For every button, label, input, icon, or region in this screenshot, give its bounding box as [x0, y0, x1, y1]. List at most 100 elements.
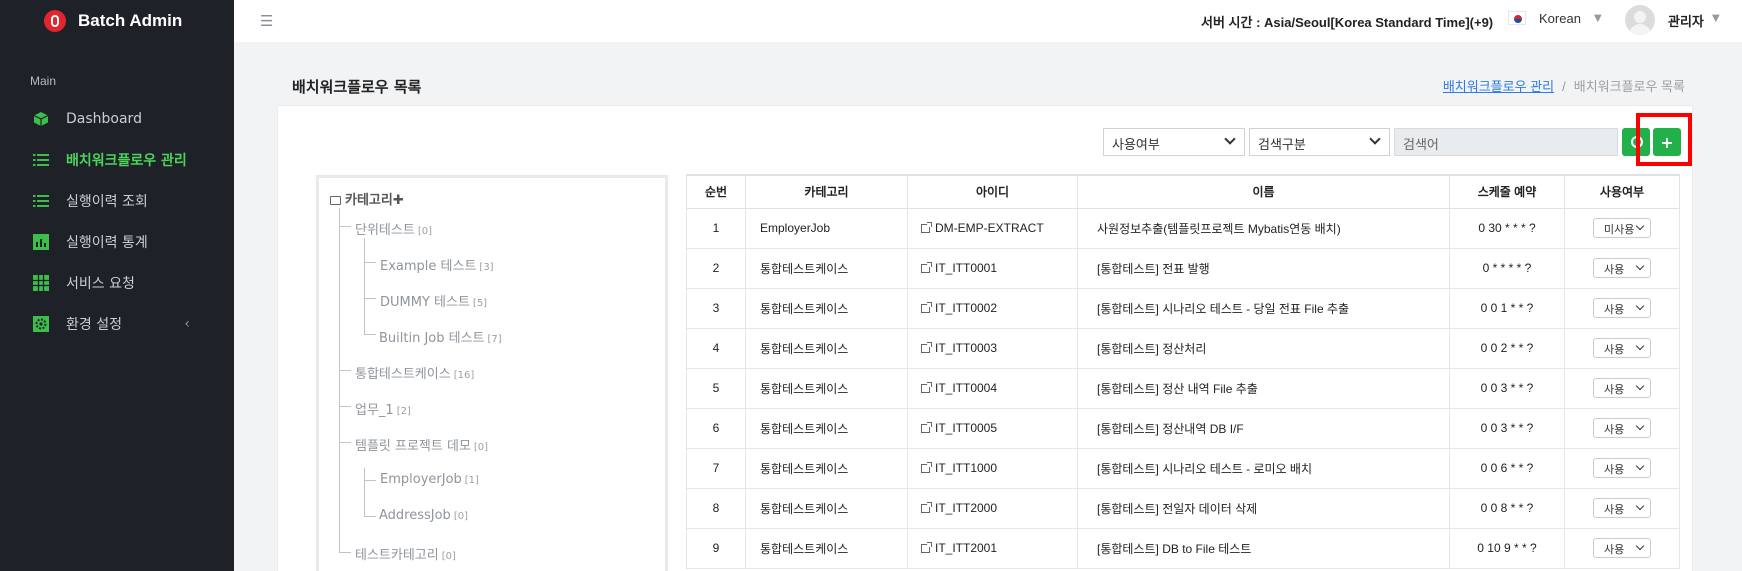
- tree-node[interactable]: 템플릿 프로젝트 데모 [0]: [355, 435, 488, 454]
- external-link-icon[interactable]: [921, 262, 932, 273]
- cell-schedule: 0 0 2 * * ?: [1449, 327, 1565, 369]
- sidebar-item-statistics[interactable]: 실행이력 통계: [0, 221, 234, 262]
- table-row[interactable]: 3 통합테스트케이스 IT_ITT0002 [통합테스트] 시나리오 테스트 -…: [686, 287, 1680, 329]
- sidebar-item-label: 환경 설정: [66, 316, 122, 333]
- sidebar-item-settings[interactable]: 환경 설정 ‹: [0, 303, 234, 344]
- workflow-id-link[interactable]: IT_ITT1000: [935, 461, 997, 475]
- tree-node-count: [0]: [417, 226, 432, 237]
- column-header-id[interactable]: 아이디: [907, 174, 1078, 209]
- table-row[interactable]: 4 통합테스트케이스 IT_ITT0003 [통합테스트] 정산처리 0 0 2…: [686, 327, 1680, 369]
- add-category-icon[interactable]: ✚: [393, 193, 404, 208]
- workflow-id-link[interactable]: IT_ITT0004: [935, 381, 997, 395]
- workflow-id-link[interactable]: IT_ITT0001: [935, 261, 997, 275]
- table-row[interactable]: 7 통합테스트케이스 IT_ITT1000 [통합테스트] 시나리오 테스트 -…: [686, 447, 1680, 489]
- cube-icon: [32, 110, 50, 128]
- cell-no: 1: [686, 207, 746, 249]
- external-link-icon[interactable]: [921, 222, 932, 233]
- sidebar-item-dashboard[interactable]: Dashboard: [0, 98, 234, 139]
- external-link-icon[interactable]: [921, 302, 932, 313]
- tree-node[interactable]: Example 테스트 [3]: [380, 255, 494, 274]
- use-status-select[interactable]: 미사용: [1593, 218, 1651, 238]
- column-header-use[interactable]: 사용여부: [1564, 174, 1680, 209]
- use-status-select[interactable]: 사용: [1593, 258, 1651, 278]
- tree-node[interactable]: 단위테스트 [0]: [355, 219, 432, 238]
- tree-node-label: Example 테스트: [380, 259, 477, 274]
- external-link-icon[interactable]: [921, 542, 932, 553]
- use-status-select[interactable]: 사용: [1593, 298, 1651, 318]
- use-status-select[interactable]: 사용: [1593, 458, 1651, 478]
- cell-use: 사용: [1564, 407, 1680, 449]
- use-status-select[interactable]: 사용: [1593, 418, 1651, 438]
- tree-node[interactable]: 통합테스트케이스 [16]: [355, 363, 474, 382]
- external-link-icon[interactable]: [921, 342, 932, 353]
- tree-node[interactable]: EmployerJob [1]: [380, 472, 479, 487]
- table-row[interactable]: 6 통합테스트케이스 IT_ITT0005 [통합테스트] 정산내역 DB I/…: [686, 407, 1680, 449]
- workflow-id-link[interactable]: IT_ITT0003: [935, 341, 997, 355]
- breadcrumb-parent-link[interactable]: 배치워크플로우 관리: [1443, 79, 1554, 94]
- user-name[interactable]: 관리자: [1668, 11, 1704, 30]
- workflow-id-link[interactable]: IT_ITT2001: [935, 541, 997, 555]
- cell-id[interactable]: IT_ITT0001: [907, 247, 1078, 289]
- workflow-id-link[interactable]: IT_ITT2000: [935, 501, 997, 515]
- table-row[interactable]: 8 통합테스트케이스 IT_ITT2000 [통합테스트] 전일자 데이터 삭제…: [686, 487, 1680, 529]
- external-link-icon[interactable]: [921, 422, 932, 433]
- chevron-down-icon[interactable]: ▼: [1594, 13, 1602, 24]
- grid-icon: [32, 274, 50, 292]
- tree-connector: [339, 208, 340, 553]
- sidebar-item-service-request[interactable]: 서비스 요청: [0, 262, 234, 303]
- cell-id[interactable]: IT_ITT2000: [907, 487, 1078, 529]
- table-row[interactable]: 9 통합테스트케이스 IT_ITT2001 [통합테스트] DB to File…: [686, 527, 1680, 569]
- cell-id[interactable]: IT_ITT0004: [907, 367, 1078, 409]
- tree-root[interactable]: 카테고리✚: [330, 189, 404, 208]
- search-type-select[interactable]: 검색구분: [1249, 128, 1390, 156]
- cell-schedule: 0 0 1 * * ?: [1449, 287, 1565, 329]
- column-header-no[interactable]: 순번: [686, 174, 746, 209]
- tree-node[interactable]: 업무_1 [2]: [355, 399, 411, 418]
- tree-node[interactable]: Builtin Job 테스트 [7]: [379, 327, 502, 346]
- cell-id[interactable]: IT_ITT0003: [907, 327, 1078, 369]
- column-header-schedule[interactable]: 스케줄 예약: [1449, 174, 1565, 209]
- cell-id[interactable]: IT_ITT1000: [907, 447, 1078, 489]
- list-icon: [32, 151, 50, 169]
- column-header-name[interactable]: 이름: [1077, 174, 1450, 209]
- use-status-select[interactable]: 사용: [1593, 378, 1651, 398]
- cell-id[interactable]: IT_ITT2001: [907, 527, 1078, 569]
- language-select[interactable]: Korean: [1539, 11, 1581, 26]
- tree-root-label: 카테고리: [345, 193, 393, 208]
- cell-name: [통합테스트] 전표 발행: [1077, 247, 1450, 289]
- cell-id[interactable]: DM-EMP-EXTRACT: [907, 207, 1078, 249]
- chevron-left-icon[interactable]: ‹: [184, 316, 190, 332]
- chevron-down-icon[interactable]: ▼: [1712, 13, 1720, 24]
- column-header-category[interactable]: 카테고리: [745, 174, 908, 209]
- cell-schedule: 0 * * * * ?: [1449, 247, 1565, 289]
- hamburger-menu-icon[interactable]: ☰: [260, 12, 273, 30]
- external-link-icon[interactable]: [921, 382, 932, 393]
- external-link-icon[interactable]: [921, 462, 932, 473]
- table-row[interactable]: 1 EmployerJob DM-EMP-EXTRACT 사원정보추출(템플릿프…: [686, 207, 1680, 249]
- brand[interactable]: Batch Admin: [0, 0, 234, 42]
- cell-id[interactable]: IT_ITT0002: [907, 287, 1078, 329]
- top-header: ☰ 서버 시간 : Asia/Seoul[Korea Standard Time…: [234, 0, 1742, 42]
- external-link-icon[interactable]: [921, 502, 932, 513]
- workflow-id-link[interactable]: IT_ITT0005: [935, 421, 997, 435]
- use-status-select[interactable]: 사용: [1593, 538, 1651, 558]
- sidebar-item-workflow[interactable]: 배치워크플로우 관리: [0, 139, 234, 180]
- tree-node-label: AddressJob: [379, 508, 451, 523]
- use-status-select[interactable]: 사용: [1593, 338, 1651, 358]
- tree-node[interactable]: 테스트카테고리 [0]: [355, 544, 456, 563]
- workflow-id-link[interactable]: DM-EMP-EXTRACT: [935, 221, 1044, 235]
- avatar[interactable]: [1625, 5, 1655, 35]
- use-filter-select[interactable]: 사용여부: [1103, 128, 1245, 156]
- korea-flag-icon: [1508, 11, 1526, 25]
- search-input[interactable]: 검색어: [1394, 128, 1618, 156]
- use-status-select[interactable]: 사용: [1593, 498, 1651, 518]
- cell-schedule: 0 0 3 * * ?: [1449, 367, 1565, 409]
- tree-node[interactable]: DUMMY 테스트 [5]: [380, 291, 487, 310]
- table-row[interactable]: 2 통합테스트케이스 IT_ITT0001 [통합테스트] 전표 발행 0 * …: [686, 247, 1680, 289]
- tree-node-label: Builtin Job 테스트: [379, 331, 485, 346]
- cell-id[interactable]: IT_ITT0005: [907, 407, 1078, 449]
- table-row[interactable]: 5 통합테스트케이스 IT_ITT0004 [통합테스트] 정산 내역 File…: [686, 367, 1680, 409]
- sidebar-item-history[interactable]: 실행이력 조회: [0, 180, 234, 221]
- tree-node[interactable]: AddressJob [0]: [379, 508, 468, 523]
- workflow-id-link[interactable]: IT_ITT0002: [935, 301, 997, 315]
